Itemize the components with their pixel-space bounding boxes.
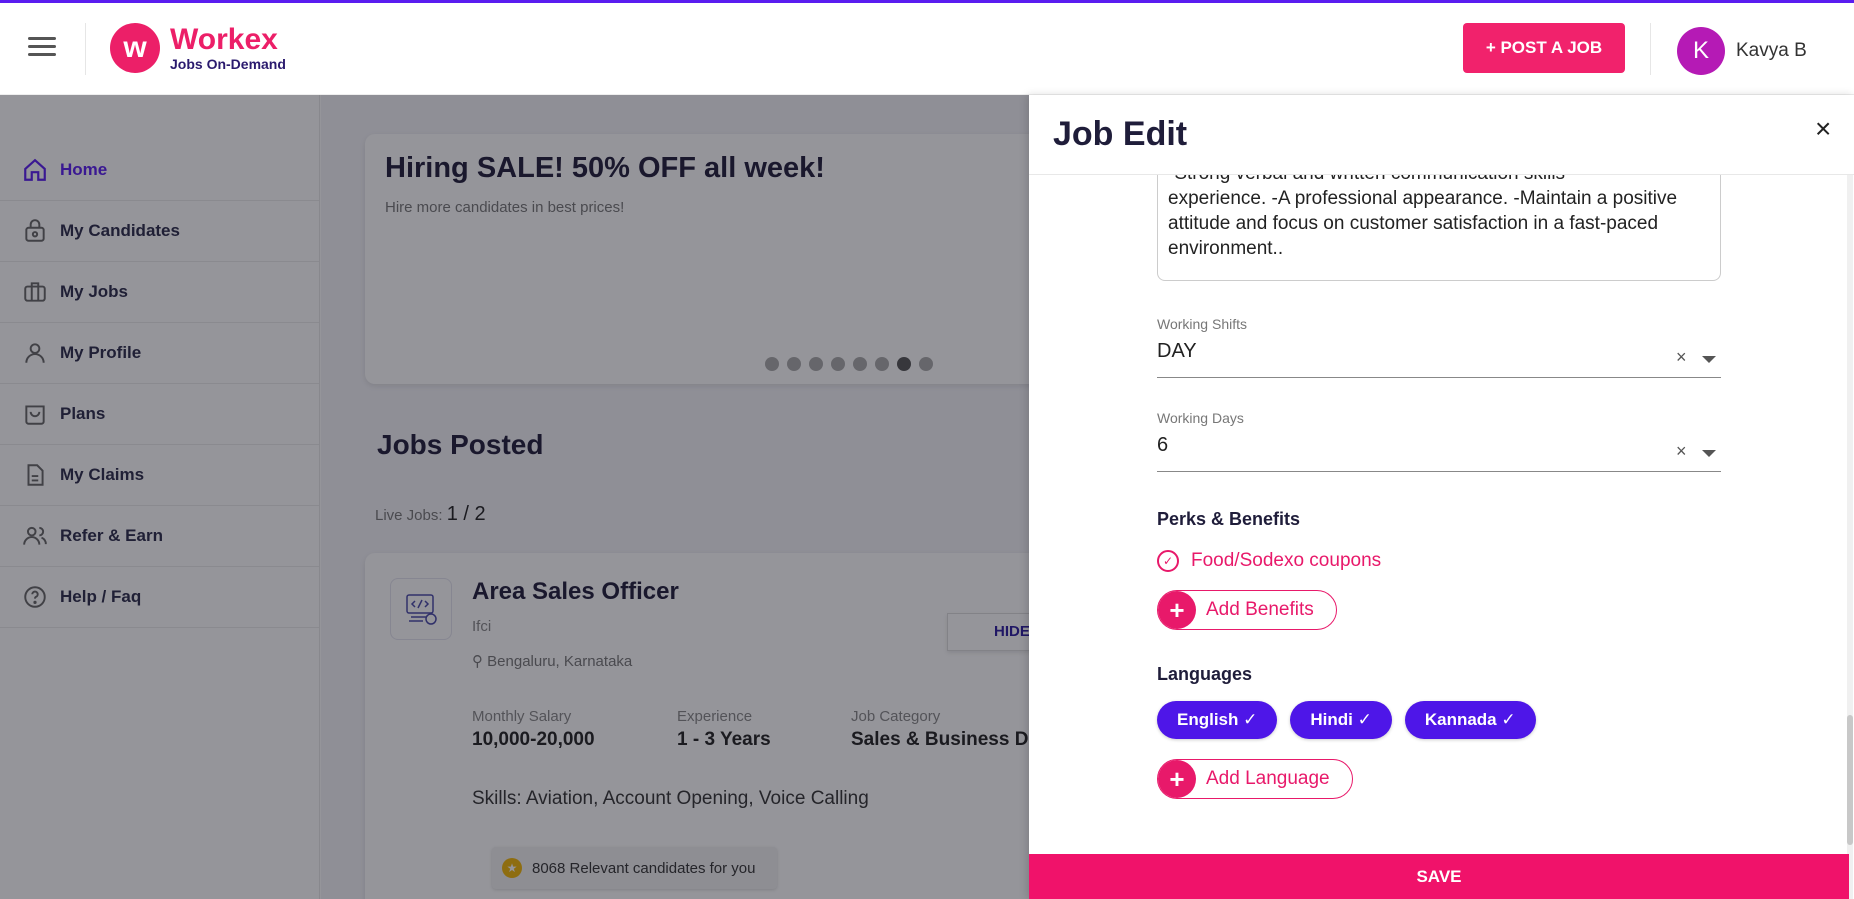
job-edit-drawer: -Strong verbal and written communication… (1029, 95, 1854, 899)
job-description-textarea[interactable]: -Strong verbal and written communication… (1157, 175, 1721, 281)
add-language-button[interactable]: + Add Language (1157, 759, 1353, 799)
working-shifts-label: Working Shifts (1157, 316, 1247, 332)
top-accent-line (0, 0, 1854, 3)
clear-icon[interactable]: × (1676, 441, 1687, 462)
header-divider (85, 23, 86, 75)
description-line: -Strong verbal and written communication… (1168, 175, 1710, 186)
language-chip-hindi[interactable]: Hindi ✓ (1290, 701, 1392, 739)
user-name[interactable]: Kavya B (1736, 40, 1807, 62)
save-button[interactable]: SAVE (1029, 854, 1849, 899)
working-shifts-select[interactable]: Working Shifts DAY × (1157, 316, 1721, 378)
description-line: experience. -A professional appearance. … (1168, 188, 1678, 209)
clear-icon[interactable]: × (1676, 347, 1687, 368)
plus-icon: + (1158, 760, 1196, 798)
chevron-down-icon[interactable] (1702, 450, 1716, 457)
avatar[interactable]: K (1677, 27, 1725, 75)
logo-mark-icon: w (110, 23, 160, 73)
add-benefits-button[interactable]: + Add Benefits (1157, 590, 1337, 630)
language-chip-english[interactable]: English ✓ (1157, 701, 1278, 739)
workex-logo[interactable]: w Workex Jobs On-Demand (110, 23, 286, 73)
working-shifts-value: DAY (1157, 340, 1197, 362)
logo-tagline: Jobs On-Demand (170, 56, 286, 72)
add-benefits-label: Add Benefits (1206, 599, 1314, 620)
check-circle-icon: ✓ (1157, 550, 1179, 572)
working-days-select[interactable]: Working Days 6 × (1157, 410, 1721, 472)
close-icon[interactable]: × (1815, 113, 1831, 145)
languages-title: Languages (1157, 664, 1253, 684)
header-divider (1650, 23, 1651, 75)
drawer-title: Job Edit (1053, 115, 1188, 153)
logo-name: Workex (170, 23, 278, 56)
description-line: attitude and focus on customer satisfact… (1168, 213, 1659, 234)
working-days-label: Working Days (1157, 410, 1244, 426)
scrollbar-thumb[interactable] (1847, 715, 1853, 845)
post-job-button[interactable]: + POST A JOB (1463, 23, 1625, 73)
description-line: environment.. (1168, 238, 1284, 259)
language-chips: English ✓ Hindi ✓ Kannada ✓ (1157, 701, 1549, 739)
modal-backdrop[interactable] (0, 95, 1029, 899)
language-chip-kannada[interactable]: Kannada ✓ (1404, 701, 1536, 739)
menu-icon[interactable] (28, 37, 56, 59)
add-language-label: Add Language (1206, 768, 1330, 789)
app-header: w Workex Jobs On-Demand + POST A JOB K K… (0, 3, 1854, 95)
working-days-value: 6 (1157, 434, 1169, 456)
drawer-header: Job Edit × (1029, 95, 1854, 175)
perks-title: Perks & Benefits (1157, 509, 1301, 529)
chevron-down-icon[interactable] (1702, 356, 1716, 363)
plus-icon: + (1158, 591, 1196, 629)
perk-label: Food/Sodexo coupons (1191, 550, 1382, 571)
perk-item[interactable]: ✓ Food/Sodexo coupons (1157, 550, 1381, 572)
